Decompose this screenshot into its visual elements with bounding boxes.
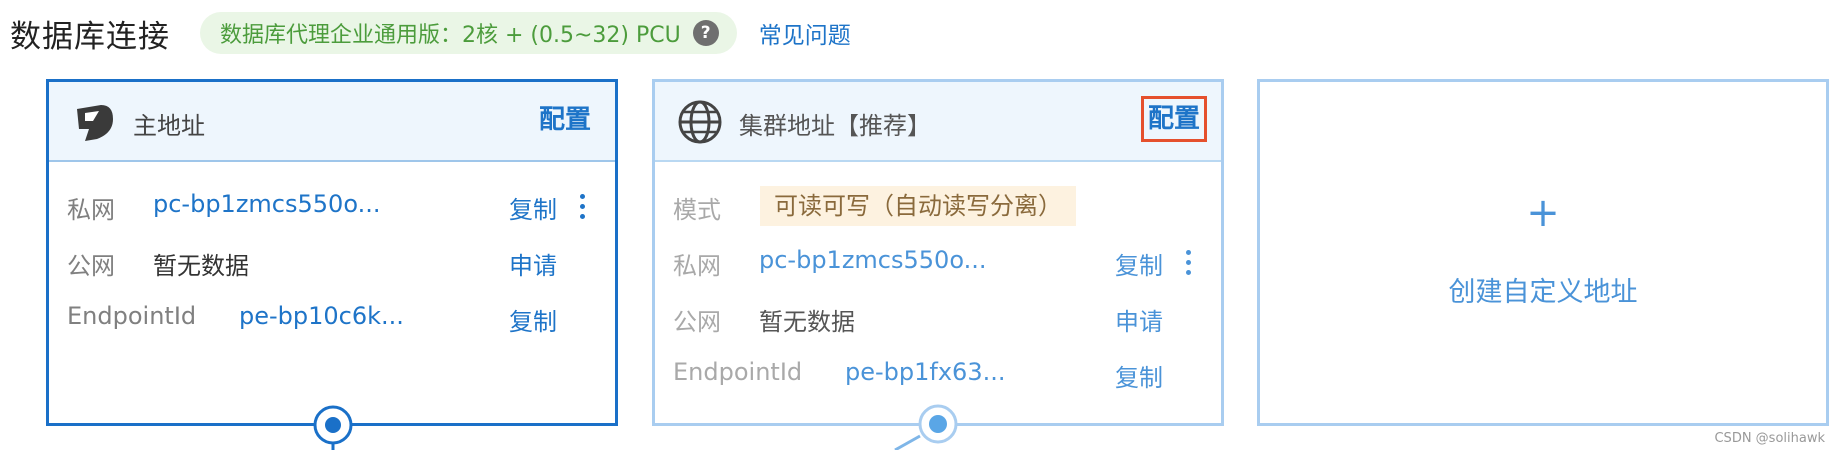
endpoint-id-label: EndpointId xyxy=(673,358,803,386)
primary-config-button[interactable]: 配置 xyxy=(535,100,595,140)
cluster-row-private: 私网 pc-bp1zmcs550o... 复制 xyxy=(655,242,1221,282)
cluster-config-button[interactable]: 配置 xyxy=(1140,96,1207,142)
private-address-link[interactable]: pc-bp1zmcs550o... xyxy=(759,246,986,274)
copy-endpoint-button[interactable]: 复制 xyxy=(509,302,557,337)
public-network-label: 公网 xyxy=(67,252,115,280)
cluster-row-mode: 模式 可读可写（自动读写分离） xyxy=(655,186,1221,226)
more-options-icon[interactable] xyxy=(574,190,590,224)
primary-card-header: 主地址 配置 xyxy=(49,82,615,162)
plus-icon[interactable]: + xyxy=(1260,190,1826,236)
mode-label: 模式 xyxy=(673,196,721,224)
private-address-link[interactable]: pc-bp1zmcs550o... xyxy=(153,190,380,218)
cluster-card-header: 集群地址【推荐】 配置 xyxy=(655,82,1221,162)
globe-icon xyxy=(678,100,722,144)
page-title: 数据库连接 xyxy=(10,18,170,55)
primary-row-private: 私网 pc-bp1zmcs550o... 复制 xyxy=(49,186,615,226)
copy-private-button[interactable]: 复制 xyxy=(509,190,557,225)
copy-endpoint-button[interactable]: 复制 xyxy=(1115,358,1163,393)
edition-text: 数据库代理企业通用版：2核 + (0.5~32) PCU xyxy=(220,23,681,48)
public-address-value: 暂无数据 xyxy=(153,252,249,280)
private-network-label: 私网 xyxy=(673,252,721,280)
primary-row-public: 公网 暂无数据 申请 xyxy=(49,242,615,282)
endpoint-id-label: EndpointId xyxy=(67,302,197,330)
cluster-row-endpoint: EndpointId pe-bp1fx63... 复制 xyxy=(655,354,1221,394)
help-icon[interactable]: ? xyxy=(692,20,719,46)
edition-badge: 数据库代理企业通用版：2核 + (0.5~32) PCU ? xyxy=(200,12,737,54)
primary-card-title: 主地址 xyxy=(133,112,205,140)
cluster-endpoint-card: 集群地址【推荐】 配置 模式 可读可写（自动读写分离） 私网 pc-bp1zmc… xyxy=(652,79,1224,426)
copy-private-button[interactable]: 复制 xyxy=(1115,246,1163,281)
primary-endpoint-card: 主地址 配置 私网 pc-bp1zmcs550o... 复制 公网 暂无数据 申… xyxy=(46,79,618,426)
endpoint-id-link[interactable]: pe-bp1fx63... xyxy=(845,358,1005,386)
apply-public-button[interactable]: 申请 xyxy=(509,246,557,281)
create-custom-address-label[interactable]: 创建自定义地址 xyxy=(1260,270,1826,309)
primary-endpoint-icon xyxy=(77,105,113,141)
create-custom-address-card[interactable]: + 创建自定义地址 xyxy=(1257,79,1829,426)
endpoint-id-link[interactable]: pe-bp10c6k... xyxy=(239,302,404,330)
faq-link[interactable]: 常见问题 xyxy=(759,16,851,50)
more-options-icon[interactable] xyxy=(1180,246,1196,280)
cluster-card-title: 集群地址【推荐】 xyxy=(739,112,931,140)
cluster-row-public: 公网 暂无数据 申请 xyxy=(655,298,1221,338)
public-network-label: 公网 xyxy=(673,308,721,336)
public-address-value: 暂无数据 xyxy=(759,308,855,336)
private-network-label: 私网 xyxy=(67,196,115,224)
apply-public-button[interactable]: 申请 xyxy=(1115,302,1163,337)
watermark: CSDN @solihawk xyxy=(1714,431,1825,446)
header: 数据库连接 数据库代理企业通用版：2核 + (0.5~32) PCU ? 常见问… xyxy=(10,12,851,55)
mode-tag: 可读可写（自动读写分离） xyxy=(760,186,1076,226)
primary-row-endpoint: EndpointId pe-bp10c6k... 复制 xyxy=(49,298,615,338)
